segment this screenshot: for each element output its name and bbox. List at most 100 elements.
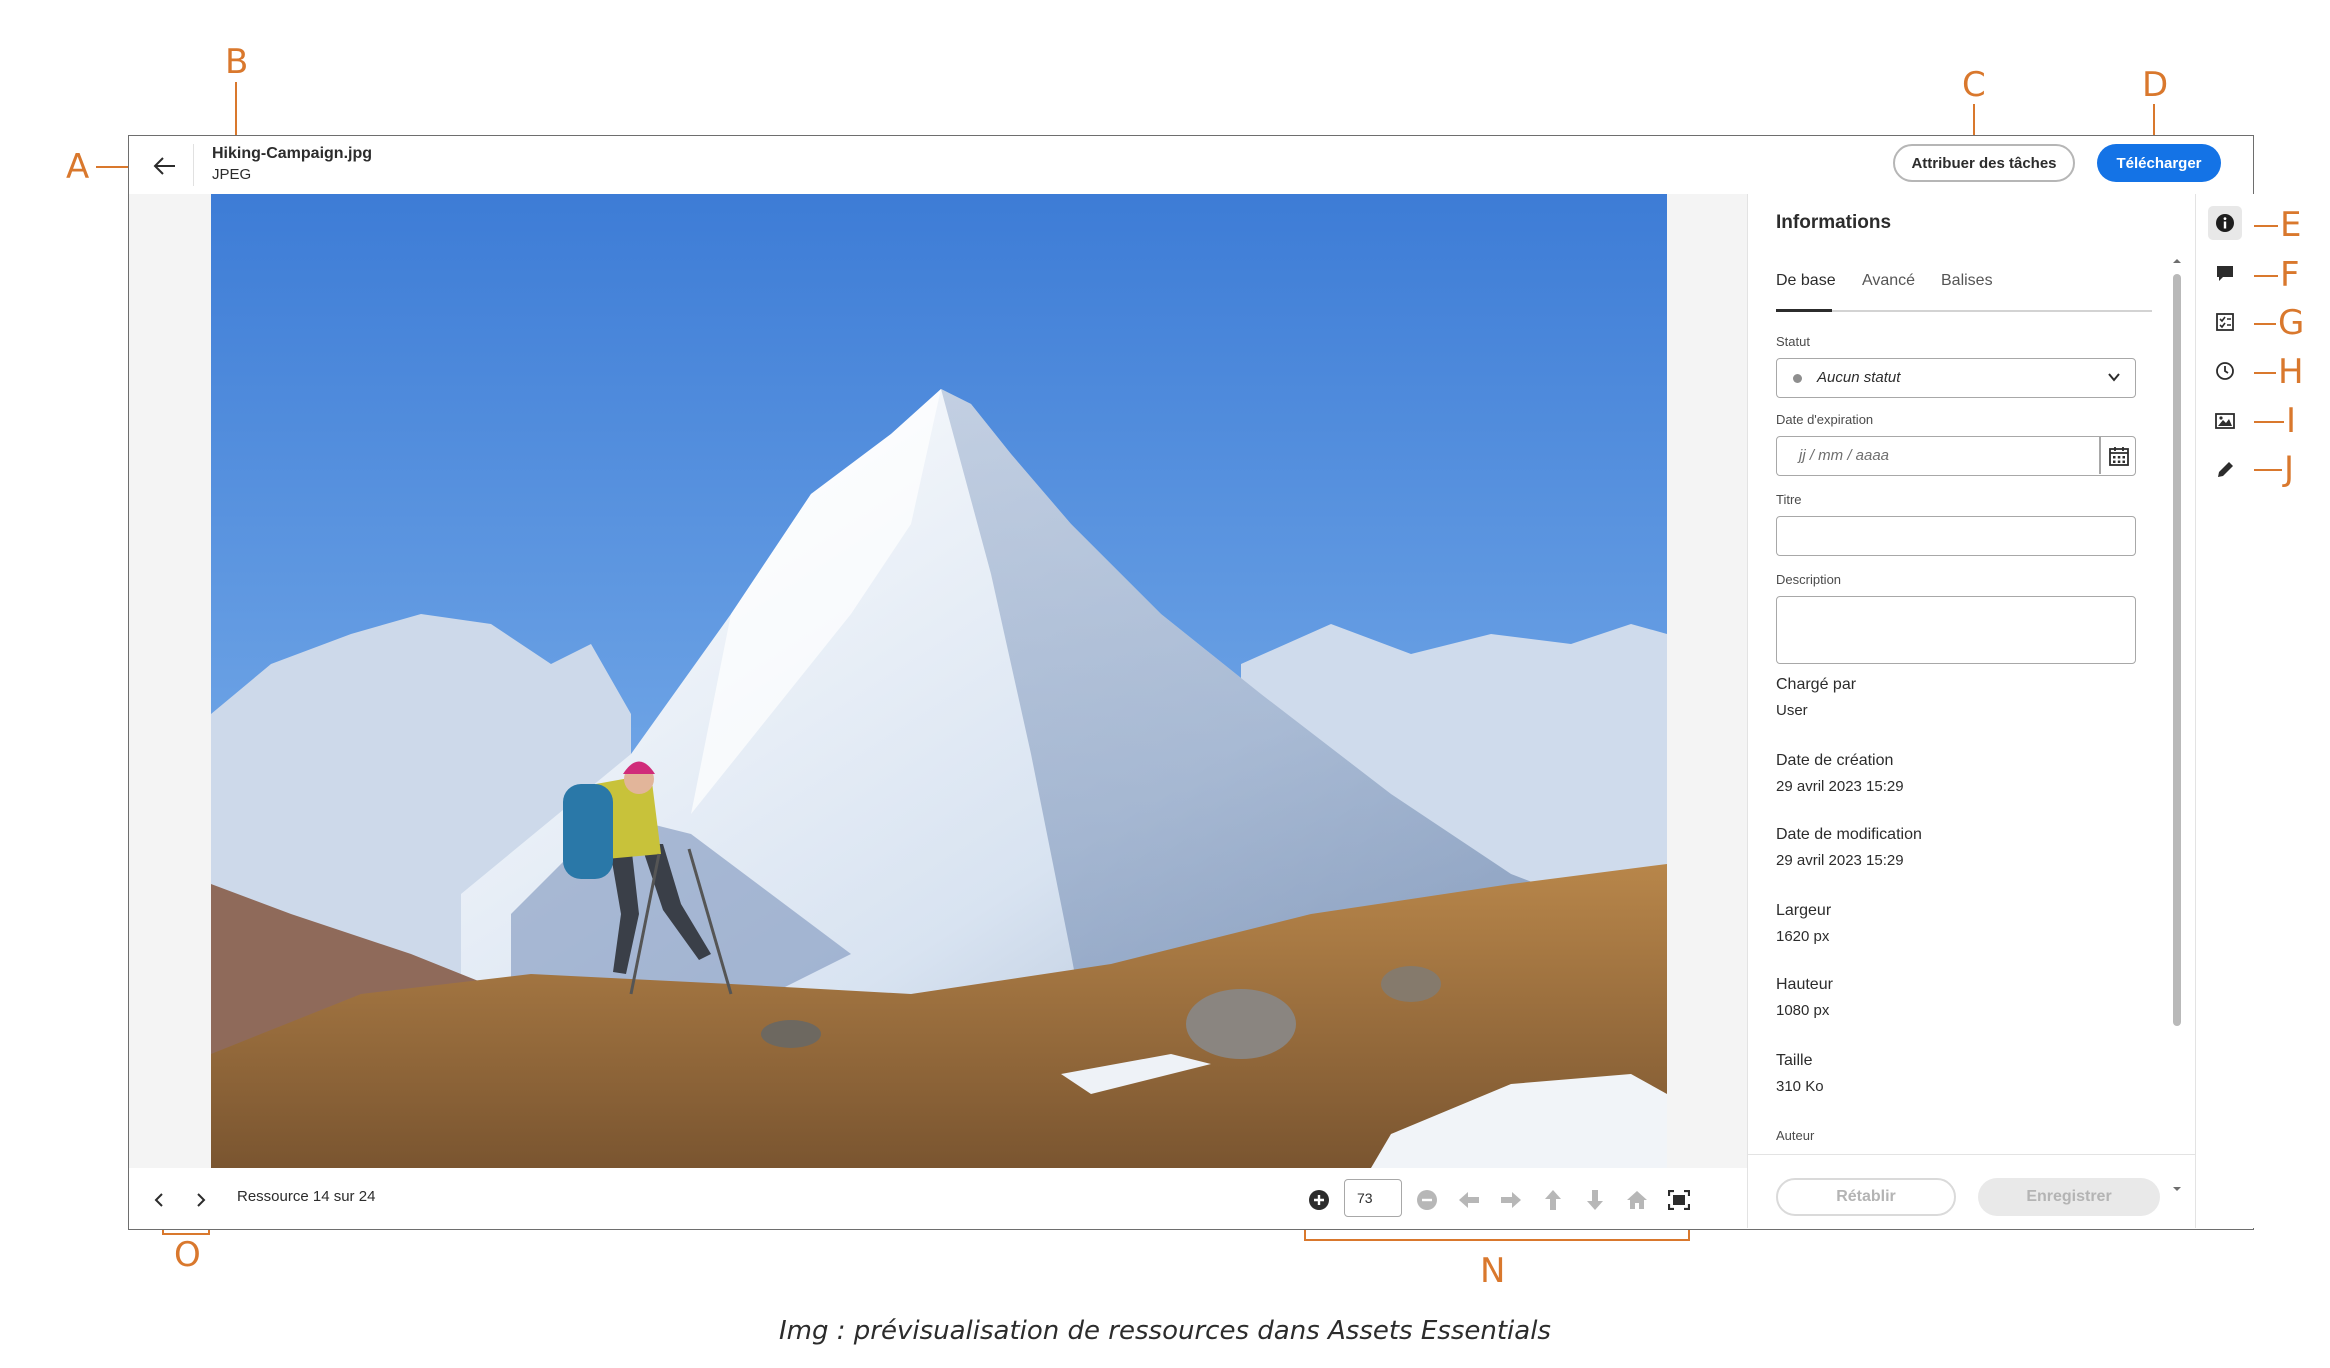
- next-resource-button[interactable]: [191, 1190, 211, 1210]
- asset-preview-window: Hiking-Campaign.jpg JPEG Attribuer des t…: [128, 135, 2254, 1230]
- calendar-icon[interactable]: [2107, 444, 2131, 468]
- callout-d: D: [2142, 65, 2169, 105]
- pan-right-button[interactable]: [1499, 1188, 1523, 1212]
- status-dropdown[interactable]: Aucun statut: [1776, 358, 2136, 398]
- arrow-right-icon: [1501, 1192, 1521, 1208]
- save-button[interactable]: Enregistrer: [1978, 1178, 2160, 1216]
- figure-caption: Img : prévisualisation de ressources dan…: [779, 1316, 1551, 1346]
- callout-g: G: [2278, 303, 2305, 343]
- rail-info-button[interactable]: [2208, 206, 2242, 240]
- width-value: 1620 px: [1776, 928, 1830, 945]
- size-label: Taille: [1776, 1052, 1813, 1069]
- modified-date-label: Date de modification: [1776, 826, 1922, 843]
- reset-button[interactable]: Rétablir: [1776, 1178, 1956, 1216]
- expiry-date-label: Date d'expiration: [1776, 412, 1874, 427]
- title-input[interactable]: [1776, 516, 2136, 556]
- date-field-divider: [2099, 437, 2101, 474]
- rail-history-button[interactable]: [2208, 354, 2242, 388]
- asset-image: [211, 194, 1667, 1168]
- right-icon-rail: [2195, 194, 2254, 1228]
- uploaded-by-label: Chargé par: [1776, 676, 1857, 693]
- title-label: Titre: [1776, 492, 1802, 507]
- chevron-left-icon: [154, 1193, 163, 1207]
- callout-o: O: [174, 1235, 201, 1275]
- resource-counter: Ressource 14 sur 24: [237, 1188, 376, 1205]
- chevron-down-icon: [2108, 373, 2120, 382]
- arrow-left-icon: [1459, 1192, 1479, 1208]
- size-value: 310 Ko: [1776, 1078, 1824, 1095]
- tabs-divider: [1776, 310, 2152, 312]
- height-label: Hauteur: [1776, 976, 1833, 993]
- width-label: Largeur: [1776, 902, 1832, 919]
- download-button[interactable]: Télécharger: [2097, 144, 2221, 182]
- description-label: Description: [1776, 572, 1842, 587]
- callout-b-line: [235, 82, 237, 140]
- expiry-date-field[interactable]: jj / mm / aaaa: [1776, 436, 2136, 476]
- fit-screen-icon: [1668, 1190, 1690, 1210]
- scroll-down-icon: [2173, 1187, 2181, 1191]
- tab-basic[interactable]: De base: [1776, 272, 1836, 290]
- previous-resource-button[interactable]: [149, 1190, 169, 1210]
- header-divider: [193, 144, 194, 186]
- arrow-down-icon: [1587, 1190, 1603, 1210]
- file-name: Hiking-Campaign.jpg: [212, 145, 372, 162]
- back-button[interactable]: [147, 148, 183, 184]
- scrollbar-thumb[interactable]: [2173, 274, 2181, 1026]
- chevron-right-icon: [197, 1193, 206, 1207]
- callout-o-bracket: [162, 1233, 210, 1235]
- tab-tags[interactable]: Balises: [1941, 272, 1993, 290]
- pan-down-button[interactable]: [1583, 1188, 1607, 1212]
- active-tab-indicator: [1776, 309, 1832, 312]
- rail-tasks-button[interactable]: [2208, 305, 2242, 339]
- callout-c: C: [1962, 65, 1986, 105]
- preview-area: [129, 194, 1747, 1168]
- reset-view-button[interactable]: [1625, 1188, 1649, 1212]
- status-value: Aucun statut: [1817, 369, 1901, 386]
- panel-title: Informations: [1776, 212, 1892, 233]
- created-date-label: Date de création: [1776, 752, 1894, 769]
- history-icon: [2216, 362, 2234, 380]
- uploaded-by-value: User: [1776, 702, 1808, 719]
- description-textarea[interactable]: [1776, 596, 2136, 664]
- callout-a: A: [66, 147, 90, 187]
- info-icon: [2216, 214, 2234, 232]
- zoom-out-button[interactable]: [1415, 1188, 1439, 1212]
- callout-n: N: [1480, 1251, 1506, 1291]
- callout-i: I: [2286, 401, 2297, 441]
- zoom-in-icon: [1309, 1190, 1329, 1210]
- height-value: 1080 px: [1776, 1002, 1830, 1019]
- author-label: Auteur: [1776, 1128, 1815, 1143]
- callout-f: F: [2280, 255, 2300, 295]
- callout-j: J: [2284, 449, 2295, 489]
- modified-date-value: 29 avril 2023 15:29: [1776, 852, 1904, 869]
- file-type: JPEG: [212, 166, 252, 183]
- home-icon: [1627, 1191, 1647, 1209]
- rail-renditions-button[interactable]: [2208, 404, 2242, 438]
- status-dot-icon: [1793, 374, 1802, 383]
- fit-to-screen-button[interactable]: [1667, 1188, 1691, 1212]
- renditions-icon: [2215, 413, 2235, 429]
- callout-n-bracket: [1304, 1239, 1690, 1241]
- tab-advanced[interactable]: Avancé: [1862, 272, 1915, 290]
- tasks-icon: [2216, 313, 2234, 331]
- status-label: Statut: [1776, 334, 1810, 349]
- rail-comments-button[interactable]: [2208, 256, 2242, 290]
- arrow-left-icon: [153, 157, 175, 175]
- pan-up-button[interactable]: [1541, 1188, 1565, 1212]
- rail-edit-button[interactable]: [2208, 453, 2242, 487]
- callout-h: H: [2278, 352, 2304, 392]
- zoom-in-button[interactable]: [1307, 1188, 1331, 1212]
- callout-a-line: [96, 166, 132, 168]
- zoom-out-icon: [1417, 1190, 1437, 1210]
- bottom-toolbar: Ressource 14 sur 24: [129, 1168, 1747, 1228]
- pan-left-button[interactable]: [1457, 1188, 1481, 1212]
- info-panel: Informations De base Avancé Balises Stat…: [1747, 194, 2196, 1228]
- scroll-up-icon: [2173, 259, 2181, 263]
- created-date-value: 29 avril 2023 15:29: [1776, 778, 1904, 795]
- edit-icon: [2218, 462, 2233, 477]
- top-bar: Hiking-Campaign.jpg JPEG Attribuer des t…: [129, 136, 2253, 195]
- callout-e: E: [2280, 205, 2302, 245]
- assign-tasks-button[interactable]: Attribuer des tâches: [1893, 144, 2075, 182]
- arrow-up-icon: [1545, 1190, 1561, 1210]
- zoom-level-input[interactable]: [1344, 1179, 1402, 1217]
